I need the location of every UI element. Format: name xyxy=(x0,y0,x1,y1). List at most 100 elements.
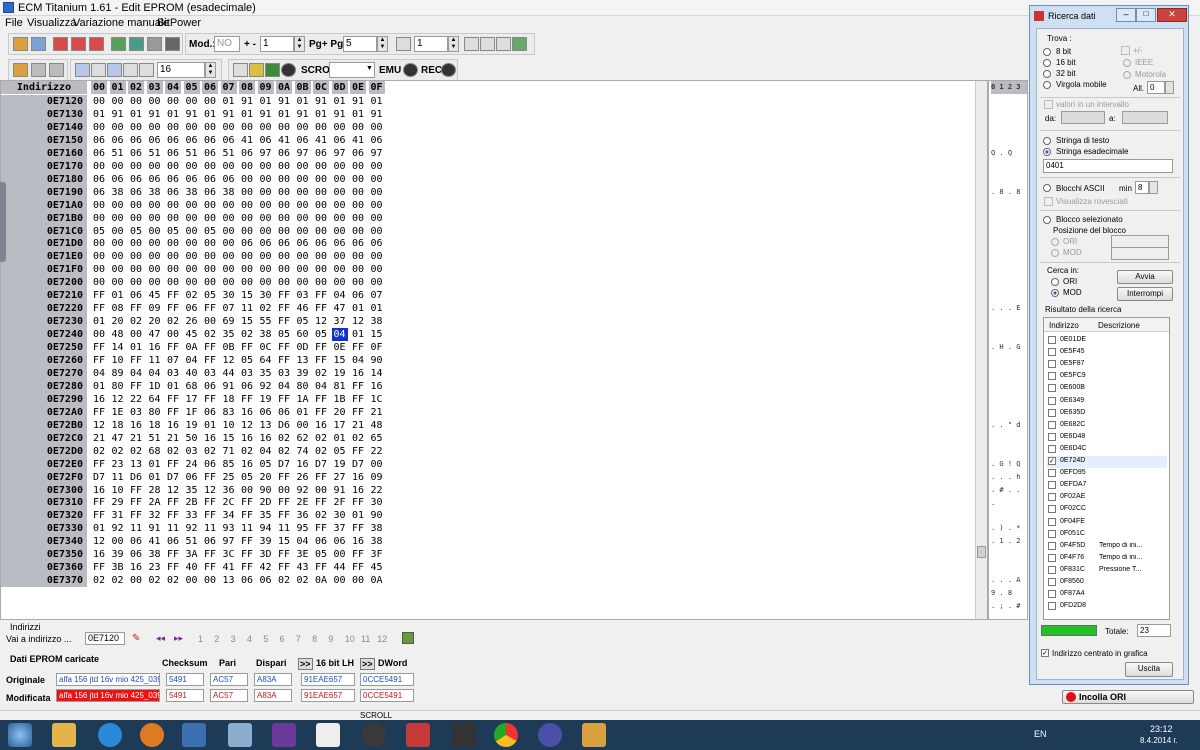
hex-cell[interactable]: 00 xyxy=(165,160,181,173)
hex-cell[interactable]: 80 xyxy=(295,380,311,393)
hex-cell[interactable]: 91 xyxy=(258,108,274,121)
hex-cell[interactable]: 09 xyxy=(369,471,385,484)
hex-cell[interactable]: 00 xyxy=(202,263,218,276)
hex-cell[interactable]: 00 xyxy=(147,121,163,134)
hex-cell[interactable]: FF xyxy=(313,289,329,302)
hex-cell[interactable]: 19 xyxy=(332,458,348,471)
hex-cell[interactable]: 00 xyxy=(239,484,255,497)
hex-cell[interactable]: 00 xyxy=(91,212,107,225)
hex-cell[interactable]: 04 xyxy=(91,367,107,380)
hex-cell[interactable]: 31 xyxy=(110,509,126,522)
hex-cell[interactable]: 0F xyxy=(369,341,385,354)
hex-cell[interactable]: 92 xyxy=(295,484,311,497)
hex-cell[interactable]: 16 xyxy=(369,380,385,393)
hex-cell[interactable]: 12 xyxy=(202,484,218,497)
result-check[interactable] xyxy=(1048,408,1056,417)
close-icon[interactable]: ✕ xyxy=(1157,8,1187,22)
hex-cell[interactable]: 38 xyxy=(369,535,385,548)
mod-field[interactable]: NO xyxy=(214,36,240,52)
hex-cell[interactable]: 01 xyxy=(202,419,218,432)
hex-cell[interactable]: 92 xyxy=(258,380,274,393)
hex-cell[interactable]: 02 xyxy=(147,574,163,587)
hex-cell[interactable]: 02 xyxy=(165,574,181,587)
hex-cell[interactable]: FF xyxy=(313,561,329,574)
hex-cell[interactable]: 02 xyxy=(110,445,126,458)
hex-cell[interactable]: 06 xyxy=(91,134,107,147)
hex-cell[interactable]: 22 xyxy=(369,445,385,458)
intervallo-check[interactable] xyxy=(1044,100,1053,109)
hex-cell[interactable]: 48 xyxy=(369,419,385,432)
hex-cell[interactable]: FF xyxy=(350,548,366,561)
hex-cell[interactable]: 02 xyxy=(91,574,107,587)
hex-cell[interactable]: 10 xyxy=(110,484,126,497)
hex-cell[interactable]: 06 xyxy=(147,173,163,186)
binoculars-icon[interactable] xyxy=(165,37,180,51)
hex-cell[interactable]: 41 xyxy=(276,134,292,147)
hex-cell[interactable]: 00 xyxy=(295,121,311,134)
minimize-icon[interactable]: – xyxy=(1116,8,1136,22)
hex-cell[interactable]: FF xyxy=(128,509,144,522)
hex-cell[interactable]: 21 xyxy=(91,432,107,445)
hex-cell[interactable]: 05 xyxy=(239,471,255,484)
search-string-input[interactable]: 0401 xyxy=(1043,159,1173,173)
hex-cell[interactable]: 02 xyxy=(350,432,366,445)
hex-cell[interactable]: FF xyxy=(239,548,255,561)
hex-cell[interactable]: FF xyxy=(313,341,329,354)
hex-cell[interactable]: 29 xyxy=(110,496,126,509)
result-check[interactable] xyxy=(1048,590,1056,599)
hex-cell[interactable]: 00 xyxy=(147,160,163,173)
hex-cell[interactable]: 00 xyxy=(276,484,292,497)
hex-cell[interactable]: 3C xyxy=(221,548,237,561)
hex-cell[interactable]: FF xyxy=(239,496,255,509)
hex-cell[interactable]: 00 xyxy=(295,173,311,186)
hex-cell[interactable]: 16 xyxy=(258,432,274,445)
hex-cell[interactable]: FF xyxy=(350,406,366,419)
hex-cell[interactable]: FF xyxy=(276,471,292,484)
hex-icon[interactable] xyxy=(480,37,495,51)
hex-cell[interactable]: 38 xyxy=(221,186,237,199)
hex-cell[interactable]: 34 xyxy=(221,509,237,522)
result-check[interactable]: ✓ xyxy=(1048,457,1056,465)
hex-cell[interactable]: 13 xyxy=(128,458,144,471)
result-check[interactable] xyxy=(1048,553,1056,562)
hex-cell[interactable]: FF xyxy=(350,341,366,354)
plusminus-spin[interactable]: ▲ ▼ xyxy=(294,36,305,52)
hex-cell[interactable]: 00 xyxy=(276,276,292,289)
result-row[interactable]: 0E5FC9 xyxy=(1047,371,1167,383)
centrato-check[interactable]: ✓ xyxy=(1041,649,1049,657)
hex-cell[interactable]: FF xyxy=(276,354,292,367)
hex-cell[interactable]: 01 xyxy=(313,108,329,121)
page-button[interactable]: 4 xyxy=(247,634,252,644)
hex-cell[interactable]: 11 xyxy=(165,522,181,535)
hex-cell[interactable]: 01 xyxy=(91,380,107,393)
hex-cell[interactable]: 12 xyxy=(110,393,126,406)
hex-cell[interactable]: 0D xyxy=(295,341,311,354)
hex-editor[interactable]: Indirizzo 00 01 02 03 04 05 06 07 08 09 0A 0B 0C 0D 0E 0… xyxy=(0,80,988,620)
cerca-ori-radio[interactable] xyxy=(1051,278,1059,286)
hex-cell[interactable]: 00 xyxy=(350,121,366,134)
result-check[interactable] xyxy=(1048,529,1056,538)
hex-cell[interactable]: 06 xyxy=(313,535,329,548)
hex-cell[interactable]: 06 xyxy=(239,380,255,393)
hex-cell[interactable]: 06 xyxy=(128,173,144,186)
columns-spin[interactable]: ▲ ▼ xyxy=(205,62,216,78)
hex-cell[interactable]: 91 xyxy=(184,108,200,121)
hex-cell[interactable]: FF xyxy=(350,561,366,574)
step-field[interactable]: 1 xyxy=(414,36,448,52)
hex-cell[interactable]: 83 xyxy=(221,406,237,419)
hex-cell[interactable]: 16 xyxy=(128,561,144,574)
hex-cell[interactable]: 91 xyxy=(221,108,237,121)
hex-cell[interactable]: 01 xyxy=(147,471,163,484)
hex-cell[interactable]: 00 xyxy=(295,225,311,238)
hex-cell[interactable]: 05 xyxy=(313,328,329,341)
hex-cell[interactable]: 07 xyxy=(369,289,385,302)
view32-icon[interactable] xyxy=(107,63,122,77)
hex-cell[interactable]: FF xyxy=(276,315,292,328)
hex-cell[interactable]: FF xyxy=(91,406,107,419)
hex-cell[interactable]: 05 xyxy=(313,548,329,561)
hex-cell[interactable]: 10 xyxy=(221,419,237,432)
scroll-thumb[interactable] xyxy=(977,546,986,558)
hex-cell[interactable]: 42 xyxy=(258,561,274,574)
hex-cell[interactable]: 01 xyxy=(332,432,348,445)
hex-cell[interactable]: 00 xyxy=(221,121,237,134)
